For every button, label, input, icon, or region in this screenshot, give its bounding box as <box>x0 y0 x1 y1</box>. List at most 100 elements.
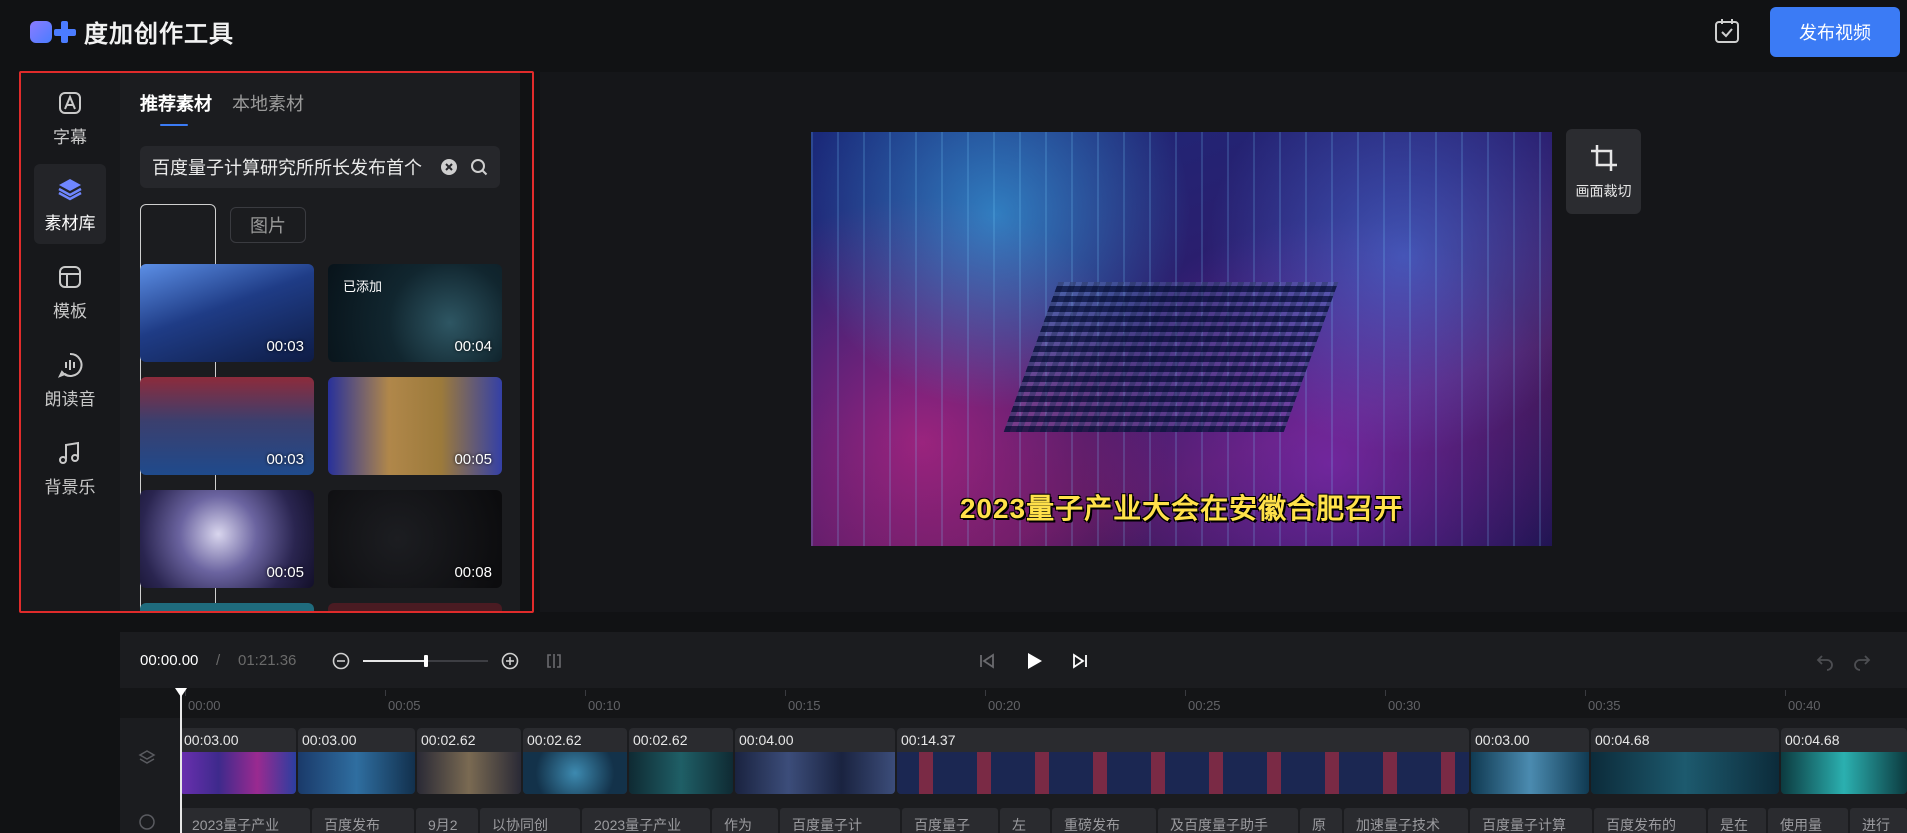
text-clip[interactable]: 9月2 <box>416 808 478 833</box>
material-thumb[interactable]: 00:05 <box>140 490 314 588</box>
clip-filmstrip <box>298 752 415 794</box>
template-icon <box>59 265 81 288</box>
thumb-duration: 00:05 <box>266 564 304 581</box>
sidebar-item-subtitle[interactable]: 字幕 <box>34 78 106 158</box>
publish-video-button[interactable]: 发布视频 <box>1770 7 1900 57</box>
text-clip[interactable]: 百度量子计 <box>780 808 900 833</box>
video-clip[interactable]: 00:03.00 <box>298 728 415 794</box>
clip-duration: 00:02.62 <box>421 732 476 748</box>
search-icon[interactable] <box>470 158 488 176</box>
material-thumb[interactable] <box>140 603 314 612</box>
material-thumb[interactable]: 00:03 <box>140 264 314 362</box>
ruler-tick: 00:35 <box>1585 690 1621 713</box>
timeline-panel: 00:00.00 / 01:21.36 00:00 00:05 00:10 00… <box>120 632 1907 833</box>
material-panel: 推荐素材 本地素材 视频 图片 00:03 已添加 00:04 00:03 <box>120 72 520 612</box>
material-tabs: 推荐素材 本地素材 <box>140 90 304 126</box>
text-clip[interactable]: 进行 <box>1850 808 1907 833</box>
skip-previous-icon[interactable] <box>977 651 997 671</box>
zoom-slider-fill <box>363 660 426 662</box>
clip-filmstrip <box>1471 752 1589 794</box>
sidebar-item-voice[interactable]: 朗读音 <box>34 340 106 420</box>
layers-icon <box>58 178 82 200</box>
ruler-tick: 00:05 <box>385 690 421 713</box>
video-clip[interactable]: 00:02.62 <box>417 728 521 794</box>
video-clip[interactable]: 00:14.37 <box>897 728 1469 794</box>
search-input[interactable] <box>152 156 432 178</box>
filter-image-button[interactable]: 图片 <box>230 207 306 243</box>
text-clip[interactable]: 作为 <box>712 808 778 833</box>
clip-duration: 00:04.00 <box>739 732 794 748</box>
text-clip[interactable]: 2023量子产业 <box>582 808 710 833</box>
video-track-icon <box>138 750 156 764</box>
text-clip[interactable]: 原 <box>1300 808 1342 833</box>
split-icon[interactable] <box>545 652 563 670</box>
ruler-tick: 00:00 <box>185 690 221 713</box>
music-icon <box>59 441 79 464</box>
crop-label: 画面裁切 <box>1575 182 1632 199</box>
redo-icon[interactable] <box>1852 651 1872 671</box>
video-subtitle: 2023量子产业大会在安徽合肥召开 <box>959 493 1404 524</box>
video-clip[interactable]: 00:04.00 <box>735 728 895 794</box>
tab-local[interactable]: 本地素材 <box>232 90 304 126</box>
clip-filmstrip <box>523 752 627 794</box>
clip-filmstrip <box>417 752 521 794</box>
zoom-in-icon[interactable] <box>501 652 519 670</box>
text-clip[interactable]: 是在 <box>1708 808 1766 833</box>
playhead[interactable] <box>175 688 187 833</box>
thumb-duration: 00:03 <box>266 451 304 468</box>
undo-icon[interactable] <box>1815 651 1835 671</box>
text-clip[interactable]: 百度发布 <box>312 808 414 833</box>
text-clip[interactable]: 百度量子计算 <box>1470 808 1592 833</box>
material-thumb[interactable]: 00:03 <box>140 377 314 475</box>
clip-filmstrip <box>735 752 895 794</box>
thumb-duration: 00:08 <box>454 564 492 581</box>
video-clip[interactable]: 00:04.68 <box>1781 728 1907 794</box>
clear-icon[interactable] <box>440 158 458 176</box>
video-clip[interactable]: 00:03.00 <box>1471 728 1589 794</box>
sidebar-item-label: 字幕 <box>53 127 87 147</box>
text-clip[interactable]: 重磅发布 <box>1052 808 1156 833</box>
text-clip[interactable]: 百度量子 <box>902 808 998 833</box>
material-thumb[interactable]: 00:08 <box>328 490 502 588</box>
zoom-out-icon[interactable] <box>332 652 350 670</box>
text-track-icon <box>139 814 155 830</box>
task-check-icon[interactable] <box>1713 17 1741 45</box>
video-clip[interactable]: 00:03.00 <box>180 728 296 794</box>
ruler-tick: 00:20 <box>985 690 1021 713</box>
crop-button[interactable]: 画面裁切 <box>1566 129 1641 214</box>
zoom-slider[interactable] <box>363 655 488 667</box>
text-clip[interactable]: 加速量子技术 <box>1344 808 1468 833</box>
text-clip[interactable]: 及百度量子助手 <box>1158 808 1298 833</box>
ruler-tick: 00:30 <box>1385 690 1421 713</box>
clip-filmstrip <box>1781 752 1907 794</box>
ruler-tick: 00:15 <box>785 690 821 713</box>
material-thumb[interactable]: 00:05 <box>328 377 502 475</box>
material-thumb[interactable] <box>328 603 502 612</box>
text-clip[interactable]: 百度发布的 <box>1594 808 1706 833</box>
sidebar-item-label: 朗读音 <box>44 389 96 409</box>
sidebar-item-bgm[interactable]: 背景乐 <box>34 428 106 508</box>
clip-duration: 00:03.00 <box>1475 732 1530 748</box>
video-clip[interactable]: 00:04.68 <box>1591 728 1779 794</box>
play-icon[interactable] <box>1023 650 1045 672</box>
sidebar-item-template[interactable]: 模板 <box>34 252 106 332</box>
text-clip[interactable]: 以协同创 <box>480 808 580 833</box>
video-clip[interactable]: 00:02.62 <box>523 728 627 794</box>
text-clip[interactable]: 左 <box>1000 808 1050 833</box>
video-preview[interactable]: 2023量子产业大会在安徽合肥召开 <box>811 132 1552 546</box>
sidebar-item-material-library[interactable]: 素材库 <box>34 164 106 244</box>
text-clip[interactable]: 使用量 <box>1768 808 1848 833</box>
time-ruler[interactable]: 00:00 00:05 00:10 00:15 00:20 00:25 00:3… <box>120 688 1907 718</box>
video-clip[interactable]: 00:02.62 <box>629 728 733 794</box>
tab-recommended[interactable]: 推荐素材 <box>140 90 212 126</box>
crop-icon <box>1590 144 1617 171</box>
text-clip[interactable]: 2023量子产业 <box>180 808 310 833</box>
zoom-slider-handle[interactable] <box>423 655 428 667</box>
skip-next-icon[interactable] <box>1070 651 1090 671</box>
search-box <box>140 146 500 188</box>
material-thumb[interactable]: 已添加 00:04 <box>328 264 502 362</box>
clip-filmstrip <box>1591 752 1779 794</box>
clip-duration: 00:03.00 <box>184 732 239 748</box>
ruler-tick: 00:25 <box>1185 690 1221 713</box>
clip-duration: 00:02.62 <box>527 732 582 748</box>
